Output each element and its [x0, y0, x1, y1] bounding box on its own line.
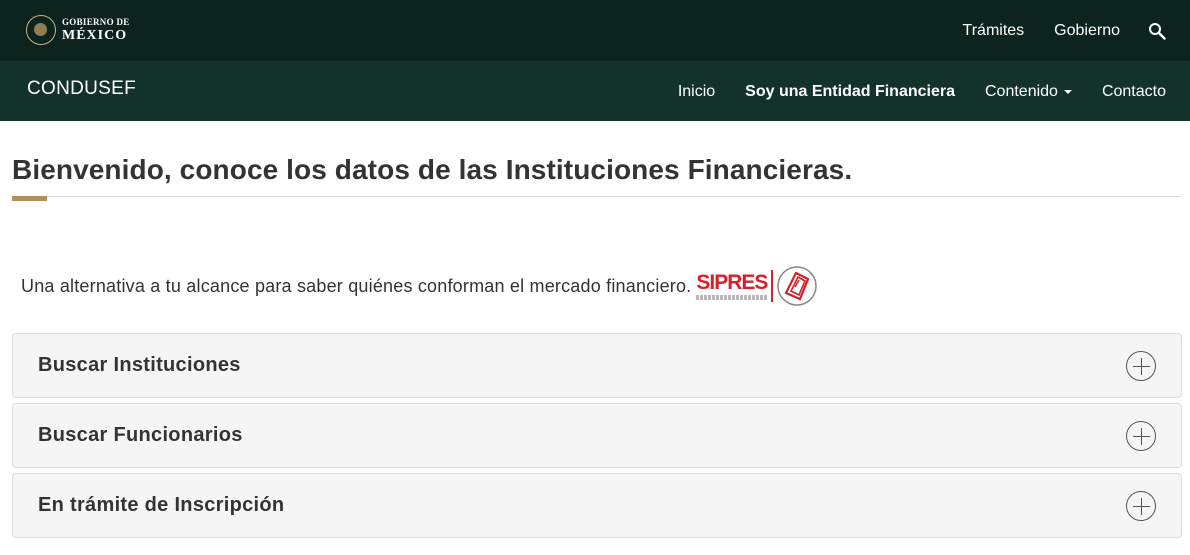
expand-plus-icon[interactable] — [1126, 491, 1156, 521]
gov-logo-top: GOBIERNO DE — [62, 16, 130, 27]
site-nav: Inicio Soy una Entidad Financiera Conten… — [648, 61, 1166, 121]
sipres-divider — [771, 270, 774, 302]
nav-contacto[interactable]: Contacto — [1102, 83, 1166, 101]
caret-down-icon — [1063, 89, 1072, 94]
gov-header: GOBIERNO DE MÉXICO Trámites Gobierno — [0, 0, 1190, 61]
sipres-emblem-icon — [777, 266, 818, 306]
title-divider — [12, 196, 1182, 201]
gov-nav: Trámites Gobierno — [933, 0, 1166, 61]
gobierno-de-mexico-logo[interactable]: GOBIERNO DE MÉXICO — [26, 14, 130, 46]
sipres-wordmark: SIPRES — [696, 272, 768, 300]
gov-logo-text: GOBIERNO DE MÉXICO — [62, 16, 130, 43]
nav-contenido-label: Contenido — [985, 83, 1058, 100]
nav-soy-una-entidad-financiera[interactable]: Soy una Entidad Financiera — [745, 83, 955, 101]
sipres-fine-print — [696, 295, 769, 300]
accordion-buscar-funcionarios[interactable]: Buscar Funcionarios — [12, 403, 1182, 468]
nav-contenido-dropdown[interactable]: Contenido — [985, 83, 1072, 101]
gov-nav-tramites[interactable]: Trámites — [963, 22, 1025, 40]
gov-nav-gobierno[interactable]: Gobierno — [1054, 22, 1120, 40]
national-seal-icon — [26, 15, 56, 45]
intro-text: Una alternativa a tu alcance para saber … — [21, 275, 692, 296]
main-content: Bienvenido, conoce los datos de las Inst… — [12, 121, 1182, 538]
nav-inicio[interactable]: Inicio — [678, 83, 715, 101]
page-title: Bienvenido, conoce los datos de las Inst… — [12, 154, 853, 185]
title-accent-bar — [12, 196, 47, 201]
accordion-label: Buscar Funcionarios — [38, 424, 243, 446]
accordion-label: Buscar Instituciones — [38, 354, 241, 376]
accordion-label: En trámite de Inscripción — [38, 494, 285, 516]
gov-logo-bottom: MÉXICO — [62, 27, 128, 43]
intro-row: Una alternativa a tu alcance para saber … — [21, 265, 818, 307]
site-brand[interactable]: CONDUSEF — [27, 78, 136, 100]
sipres-logo: SIPRES — [696, 265, 818, 307]
expand-plus-icon[interactable] — [1126, 351, 1156, 381]
site-header: CONDUSEF Inicio Soy una Entidad Financie… — [0, 61, 1190, 121]
search-icon[interactable] — [1148, 22, 1166, 40]
expand-plus-icon[interactable] — [1126, 421, 1156, 451]
accordion-buscar-instituciones[interactable]: Buscar Instituciones — [12, 333, 1182, 398]
accordion-en-tramite-de-inscripcion[interactable]: En trámite de Inscripción — [12, 473, 1182, 538]
sipres-logo-text: SIPRES — [696, 271, 768, 294]
